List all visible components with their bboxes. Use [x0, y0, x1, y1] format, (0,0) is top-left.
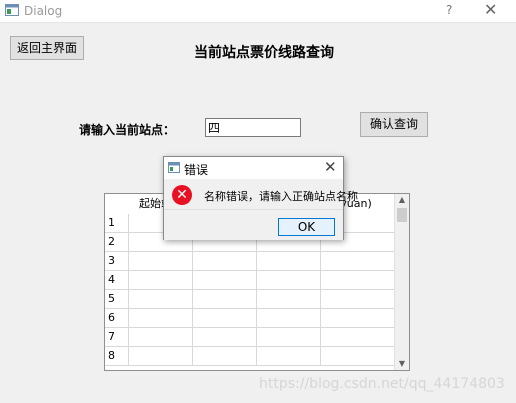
station-label: 请输入当前站点：: [79, 123, 176, 137]
back-to-main-button[interactable]: 返回主界面: [10, 36, 84, 60]
row-number: 6: [105, 309, 128, 327]
help-button[interactable]: ?: [446, 3, 452, 17]
row-number: 5: [105, 290, 128, 308]
table-cell[interactable]: [256, 328, 320, 346]
table-cell[interactable]: [192, 290, 256, 308]
table-cell[interactable]: [192, 328, 256, 346]
table-cell[interactable]: [192, 252, 256, 270]
table-cell[interactable]: [320, 252, 384, 270]
table-row[interactable]: 6: [105, 309, 395, 328]
table-cell[interactable]: [128, 309, 192, 327]
table-row[interactable]: 3: [105, 252, 395, 271]
station-input[interactable]: [205, 118, 301, 137]
table-cell[interactable]: [320, 290, 384, 308]
row-number: 2: [105, 233, 128, 251]
table-row[interactable]: 5: [105, 290, 395, 309]
ok-button[interactable]: OK: [278, 218, 335, 236]
confirm-query-button[interactable]: 确认查询: [360, 112, 428, 137]
scroll-down-icon[interactable]: ▼: [395, 358, 409, 370]
row-number: 1: [105, 214, 128, 232]
table-row[interactable]: 4: [105, 271, 395, 290]
error-dialog-titlebar: 错误 ✕: [164, 157, 343, 179]
vertical-scrollbar[interactable]: ▲ ▼: [394, 194, 409, 370]
table-cell[interactable]: [320, 271, 384, 289]
table-cell[interactable]: [256, 347, 320, 365]
error-icon: ✕: [172, 185, 192, 205]
window-close-icon[interactable]: ✕: [484, 1, 497, 19]
table-cell[interactable]: [128, 252, 192, 270]
error-dialog-title: 错误: [184, 163, 209, 177]
watermark: https://blog.csdn.net/qq_44174803: [259, 376, 505, 392]
row-number: 3: [105, 252, 128, 270]
table-cell[interactable]: [320, 347, 384, 365]
table-cell[interactable]: [256, 252, 320, 270]
dialog-app-icon: [168, 162, 180, 173]
table-cell[interactable]: [192, 271, 256, 289]
table-cell[interactable]: [256, 290, 320, 308]
scroll-thumb[interactable]: [397, 208, 407, 222]
error-message: 名称错误，请输入正确站点名称: [204, 190, 358, 203]
table-row[interactable]: 7: [105, 328, 395, 347]
table-cell[interactable]: [128, 290, 192, 308]
error-dialog: 错误 ✕ ✕ 名称错误，请输入正确站点名称 OK: [163, 156, 358, 240]
app-icon: [5, 4, 19, 16]
window-title: Dialog: [24, 4, 63, 18]
table-cell[interactable]: [256, 309, 320, 327]
row-number: 7: [105, 328, 128, 346]
dialog-footer: OK: [164, 209, 343, 240]
table-cell[interactable]: [256, 271, 320, 289]
table-cell[interactable]: [128, 328, 192, 346]
table-cell[interactable]: [192, 347, 256, 365]
window-titlebar: Dialog ? ✕: [0, 0, 516, 23]
table-cell[interactable]: [192, 309, 256, 327]
table-cell[interactable]: [320, 328, 384, 346]
row-number: 8: [105, 347, 128, 365]
dialog-close-icon[interactable]: ✕: [324, 159, 337, 175]
row-number: 4: [105, 271, 128, 289]
scroll-up-icon[interactable]: ▲: [395, 194, 409, 206]
table-cell[interactable]: [128, 271, 192, 289]
page-title: 当前站点票价线路查询: [194, 45, 334, 61]
table-cell[interactable]: [320, 309, 384, 327]
table-row[interactable]: 8: [105, 347, 395, 366]
table-cell[interactable]: [128, 347, 192, 365]
